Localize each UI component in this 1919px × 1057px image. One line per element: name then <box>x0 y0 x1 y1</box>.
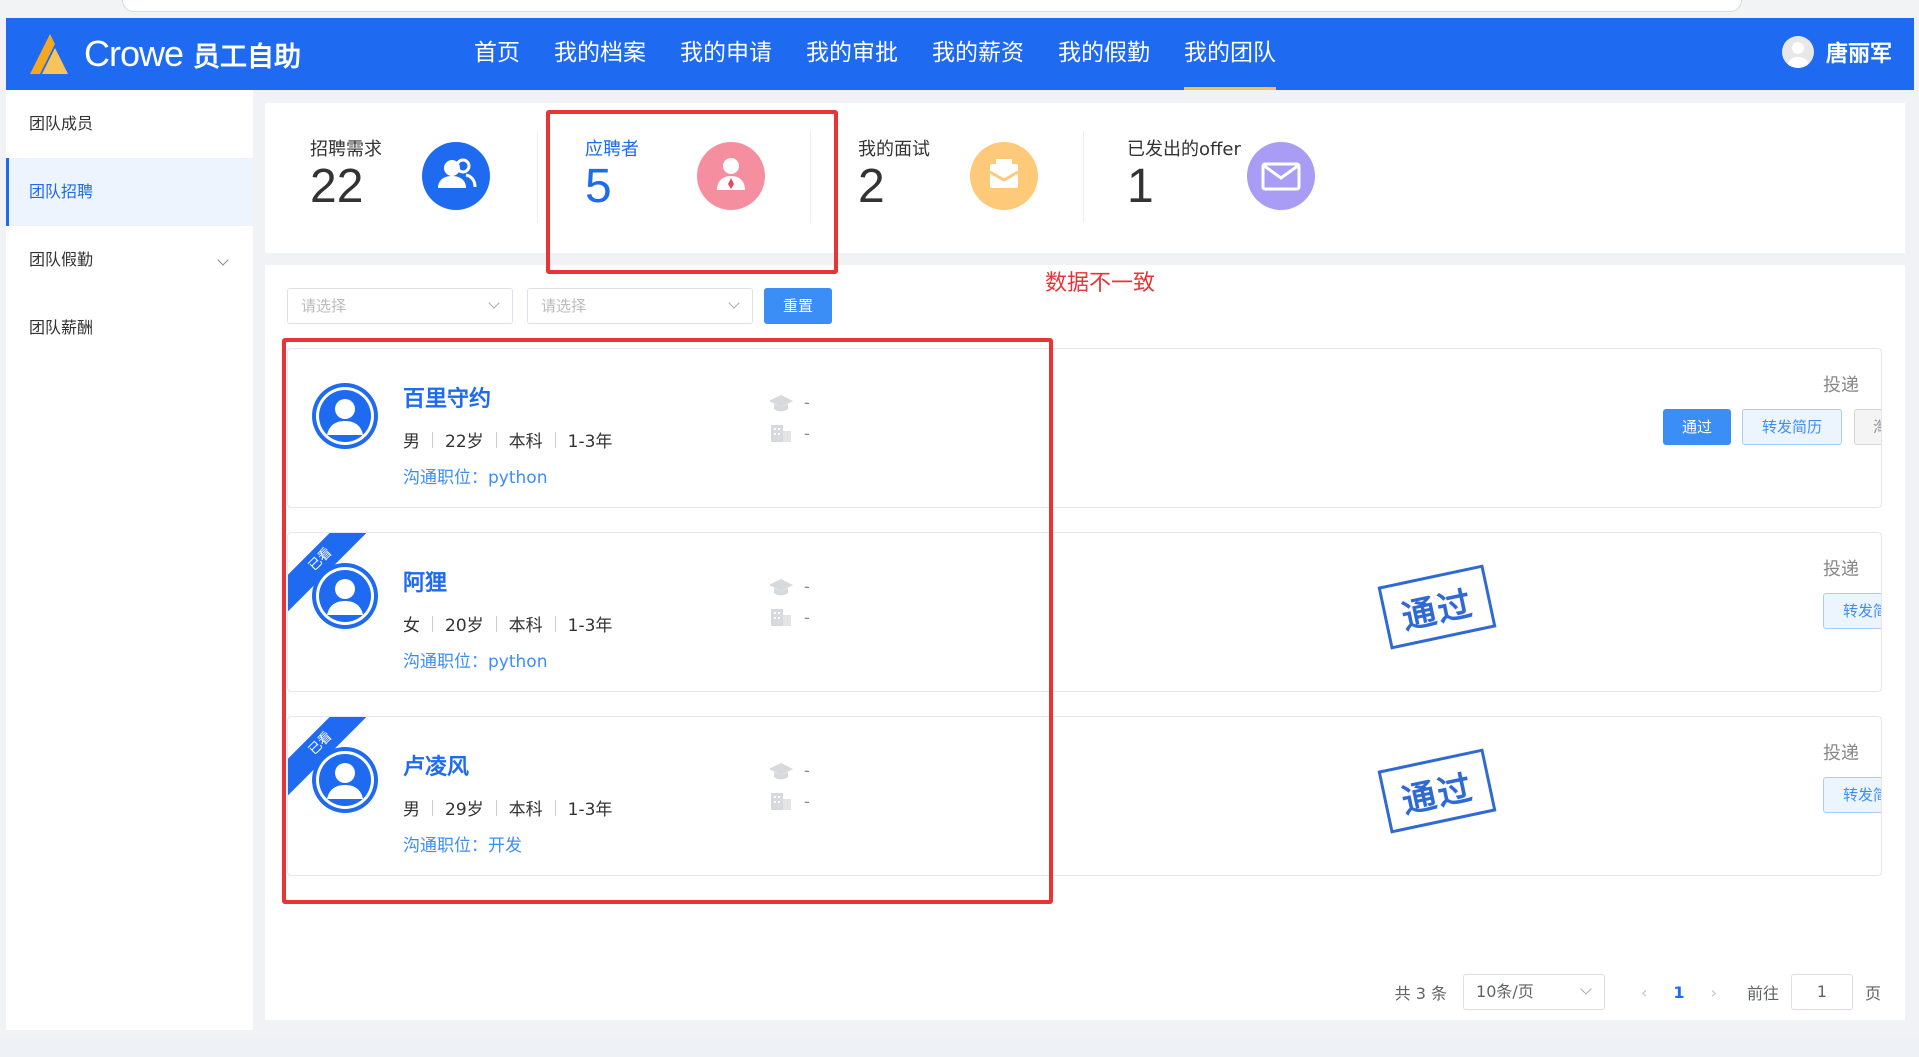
stat-label: 我的面试 <box>858 139 930 160</box>
stats-bar: 招聘需求 22 应聘者 5 我的面试 2 已发出的offer 1 <box>265 103 1905 253</box>
select-placeholder: 请选择 <box>301 297 347 315</box>
prev-page-icon[interactable]: ‹ <box>1641 983 1647 1002</box>
stamp-text: 通过 <box>1398 583 1478 638</box>
chevron-down-icon <box>488 297 500 309</box>
goto-page-input[interactable]: 1 <box>1790 974 1853 1010</box>
os-taskbar <box>0 1036 1919 1057</box>
filter-select-1[interactable]: 请选择 <box>287 288 513 324</box>
pagination-total: 共 3 条 <box>1394 984 1448 1003</box>
nav-salary[interactable]: 我的薪资 <box>932 18 1024 90</box>
chevron-down-icon <box>728 297 740 309</box>
status-text: 投递 <box>1823 375 1859 396</box>
sidebar: 团队成员 团队招聘 团队假勤 团队薪酬 <box>6 90 253 1030</box>
sidebar-item-team-leave[interactable]: 团队假勤 <box>6 226 253 294</box>
reset-button[interactable]: 重置 <box>764 288 832 324</box>
interview-icon <box>970 142 1038 210</box>
nav-approvals[interactable]: 我的审批 <box>806 18 898 90</box>
user-menu[interactable]: 唐丽军 <box>1781 36 1892 68</box>
forward-resume-button[interactable]: 转发简历 <box>1742 409 1842 445</box>
pagination: 共 3 条 10条/页 ‹ 1 › 前往 1 页 <box>1395 972 1881 1012</box>
sidebar-item-team-members[interactable]: 团队成员 <box>6 90 253 158</box>
nav-profile[interactable]: 我的档案 <box>554 18 646 90</box>
user-name: 唐丽军 <box>1825 42 1892 67</box>
page-label: 页 <box>1864 984 1881 1003</box>
app-subtitle: 员工自助 <box>193 41 302 73</box>
users-icon <box>422 142 490 210</box>
passed-stamp: 通过 <box>1377 748 1497 834</box>
browser-top <box>0 0 1919 18</box>
nav-home[interactable]: 首页 <box>474 18 520 90</box>
nav-leave[interactable]: 我的假勤 <box>1058 18 1150 90</box>
sidebar-item-team-pay[interactable]: 团队薪酬 <box>6 294 253 362</box>
status-text: 投递 <box>1823 743 1859 764</box>
mail-icon <box>1247 142 1315 210</box>
user-avatar-icon <box>1781 36 1814 68</box>
page-size-select[interactable]: 10条/页 <box>1463 974 1606 1010</box>
passed-stamp: 通过 <box>1377 564 1497 650</box>
stat-label: 招聘需求 <box>310 139 382 160</box>
app-header: Crowe 员工自助 首页 我的档案 我的申请 我的审批 我的薪资 我的假勤 我… <box>6 18 1914 90</box>
sidebar-item-label: 团队假勤 <box>29 250 94 269</box>
divider <box>537 131 538 223</box>
stat-value: 1 <box>1127 160 1154 213</box>
nav-applications[interactable]: 我的申请 <box>680 18 772 90</box>
annotation-box-candidates <box>282 338 1053 904</box>
sidebar-item-team-recruiting[interactable]: 团队招聘 <box>6 158 253 226</box>
divider <box>1083 131 1084 223</box>
brand-name: Crowe <box>84 33 184 74</box>
chevron-down-icon <box>1580 983 1592 995</box>
annotation-box-applicants <box>546 110 838 274</box>
select-placeholder: 请选择 <box>541 297 587 315</box>
address-bar[interactable] <box>122 0 1742 12</box>
nav-my-team[interactable]: 我的团队 <box>1184 18 1276 90</box>
logo: Crowe 员工自助 <box>28 33 302 74</box>
main-nav: 首页 我的档案 我的申请 我的审批 我的薪资 我的假勤 我的团队 <box>474 18 1310 90</box>
goto-label: 前往 <box>1746 984 1779 1003</box>
annotation-note: 数据不一致 <box>1045 271 1156 296</box>
status-text: 投递 <box>1823 559 1859 580</box>
crowe-logo-icon <box>30 34 68 74</box>
chevron-down-icon <box>217 254 229 266</box>
next-page-icon[interactable]: › <box>1711 983 1717 1002</box>
stat-value: 2 <box>858 160 885 213</box>
forward-resume-button[interactable]: 转发简历 <box>1823 593 1881 629</box>
stat-label: 已发出的offer <box>1127 139 1241 160</box>
reject-button[interactable]: 淘汰 <box>1854 409 1881 445</box>
filter-select-2[interactable]: 请选择 <box>527 288 753 324</box>
page-size-value: 10条/页 <box>1476 982 1534 1001</box>
forward-resume-button[interactable]: 转发简历 <box>1823 777 1881 813</box>
pass-button[interactable]: 通过 <box>1663 409 1731 445</box>
stat-value: 22 <box>310 160 364 213</box>
page-number[interactable]: 1 <box>1673 983 1684 1002</box>
stamp-text: 通过 <box>1398 767 1478 822</box>
